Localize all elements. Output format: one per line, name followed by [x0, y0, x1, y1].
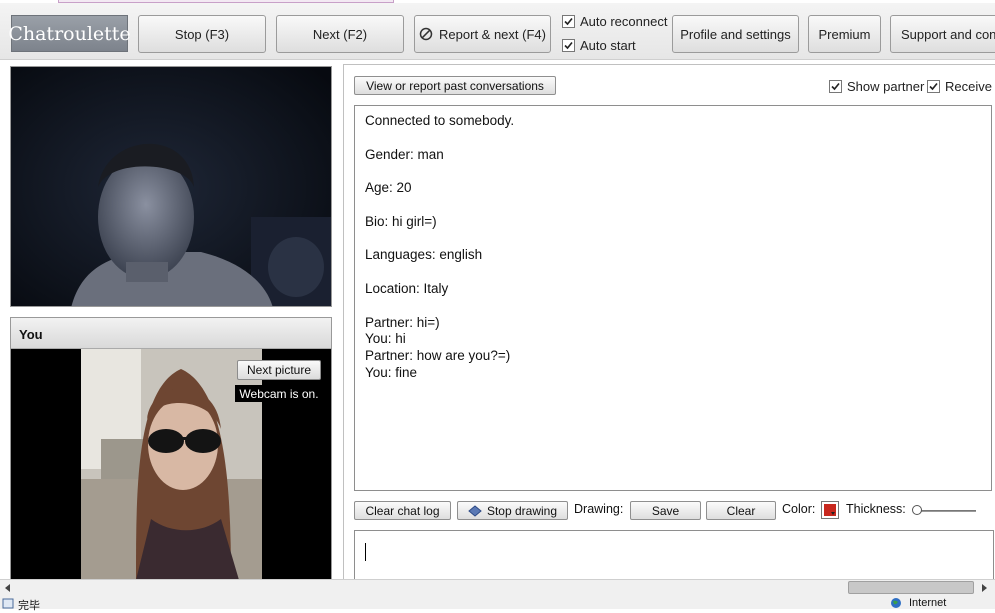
auto-reconnect-label: Auto reconnect	[580, 14, 668, 29]
self-webcam-video	[81, 349, 262, 580]
security-zone-text: Internet	[909, 597, 947, 609]
premium-button[interactable]: Premium	[808, 15, 881, 53]
checkbox-checked-icon	[927, 80, 940, 93]
chat-line: Partner: how are you?=)	[365, 348, 511, 364]
color-label: Color:	[782, 502, 816, 516]
chat-line: Gender: man	[365, 146, 444, 162]
chat-line: Languages: english	[365, 247, 483, 263]
horizontal-scrollbar[interactable]	[0, 579, 995, 595]
chat-line: You: fine	[365, 364, 418, 380]
text-caret	[365, 543, 366, 561]
report-next-label: Report & next (F4)	[439, 26, 546, 42]
past-conversations-button[interactable]: View or report past conversations	[354, 76, 556, 95]
color-picker[interactable]	[821, 501, 839, 519]
stop-button[interactable]: Stop (F3)	[138, 15, 266, 53]
chat-line	[365, 264, 981, 281]
auto-reconnect-checkbox[interactable]: Auto reconnect	[562, 14, 667, 29]
chat-line	[365, 163, 981, 180]
webcam-status-label: Webcam is on.	[235, 385, 323, 402]
chat-log[interactable]: Connected to somebody. Gender: man Age: …	[354, 105, 992, 491]
chat-line	[365, 298, 981, 315]
receive-checkbox[interactable]: Receive	[927, 79, 992, 94]
show-partner-checkbox[interactable]: Show partner	[829, 79, 924, 94]
save-drawing-button[interactable]: Save	[630, 501, 701, 520]
chat-line	[365, 197, 981, 214]
scroll-right-arrow-icon[interactable]	[978, 582, 990, 594]
receive-label: Receive	[945, 79, 992, 94]
clear-drawing-button[interactable]: Clear	[706, 501, 776, 520]
chat-line	[365, 130, 981, 147]
drawing-label: Drawing:	[574, 502, 624, 516]
auto-start-checkbox[interactable]: Auto start	[562, 38, 636, 53]
thickness-slider-handle[interactable]	[912, 505, 922, 515]
scrollbar-thumb[interactable]	[848, 581, 974, 594]
checkbox-checked-icon	[562, 39, 575, 52]
pencil-icon	[468, 504, 482, 517]
stop-drawing-label: Stop drawing	[486, 503, 558, 518]
chat-line: Location: Italy	[365, 280, 449, 296]
scroll-left-arrow-icon[interactable]	[2, 582, 14, 594]
chat-line: Bio: hi girl=)	[365, 213, 437, 229]
support-contact-button[interactable]: Support and cont	[890, 15, 995, 53]
status-text: 完毕	[18, 600, 40, 612]
thickness-slider-track	[914, 510, 976, 512]
report-next-button[interactable]: Report & next (F4)	[414, 15, 551, 53]
clear-chat-log-button[interactable]: Clear chat log	[354, 501, 451, 520]
chat-line: Age: 20	[365, 180, 412, 196]
browser-status-bar: 完毕 Internet	[0, 595, 995, 612]
next-button[interactable]: Next (F2)	[276, 15, 404, 53]
chat-panel: View or report past conversations Show p…	[343, 64, 995, 580]
checkbox-checked-icon	[829, 80, 842, 93]
page-done-icon	[2, 597, 14, 609]
chat-message-input[interactable]	[354, 530, 994, 580]
profile-settings-button[interactable]: Profile and settings	[672, 15, 799, 53]
partner-video	[10, 66, 332, 307]
you-panel-title: You	[11, 318, 331, 349]
chatroulette-logo: Chatroulette	[8, 15, 131, 52]
chat-line	[365, 231, 981, 248]
thickness-label: Thickness:	[846, 502, 906, 516]
chat-line: Connected to somebody.	[365, 113, 515, 128]
forbidden-icon	[419, 27, 433, 41]
checkbox-checked-icon	[562, 15, 575, 28]
show-partner-label: Show partner	[847, 79, 925, 94]
globe-icon	[890, 597, 902, 609]
next-picture-button[interactable]: Next picture	[237, 360, 321, 380]
stop-drawing-button[interactable]: Stop drawing	[457, 501, 568, 520]
auto-start-label: Auto start	[580, 38, 636, 53]
you-panel: You Next picture Webcam is on.	[10, 317, 332, 580]
chat-line: You: hi	[365, 331, 406, 347]
chat-line: Partner: hi=)	[365, 314, 440, 330]
